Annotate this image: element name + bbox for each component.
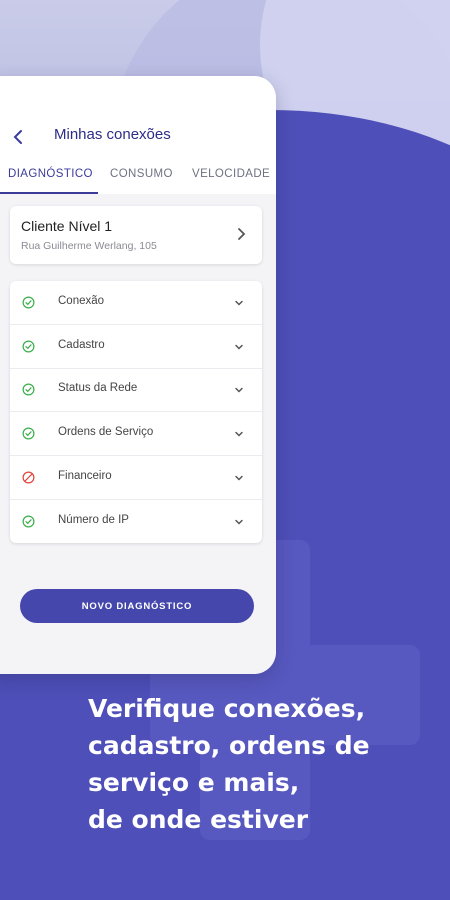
page-title: Minhas conexões — [54, 126, 171, 143]
check-circle-icon — [22, 296, 35, 309]
headline-line: cadastro, ordens de — [88, 731, 370, 760]
diagnostic-label: Cadastro — [58, 338, 105, 351]
client-address: Rua Guilherme Werlang, 105 — [21, 240, 157, 252]
chevron-down-icon — [235, 431, 243, 437]
check-circle-icon — [22, 427, 35, 440]
diagnostic-item-numero-ip[interactable]: Número de IP — [10, 500, 262, 543]
diagnostic-label: Status da Rede — [58, 382, 138, 395]
client-card[interactable]: Cliente Nível 1 Rua Guilherme Werlang, 1… — [10, 206, 262, 264]
tab-diagnostico[interactable]: DIAGNÓSTICO — [8, 168, 93, 180]
client-name: Cliente Nível 1 — [21, 218, 113, 234]
chevron-down-icon — [235, 388, 243, 393]
blocked-circle-icon — [22, 471, 35, 484]
tab-velocidade[interactable]: VELOCIDADE — [192, 168, 270, 180]
check-circle-icon — [22, 515, 35, 527]
chevron-down-icon — [235, 300, 243, 306]
chevron-down-icon — [235, 519, 243, 525]
tab-consumo[interactable]: CONSUMO — [110, 168, 173, 180]
diagnostic-label: Ordens de Serviço — [58, 426, 154, 439]
headline-line: de onde estiver — [88, 805, 309, 834]
diagnostics-list: Conexão Cadastro Status da Rede Ordens d… — [10, 281, 262, 543]
headline-line: Verifique conexões, — [88, 694, 366, 723]
diagnostic-label: Número de IP — [58, 513, 129, 526]
diagnostic-label: Financeiro — [58, 469, 112, 482]
back-arrow-icon[interactable] — [10, 128, 28, 146]
diagnostic-item-status-rede[interactable]: Status da Rede — [10, 368, 262, 413]
check-circle-icon — [22, 340, 35, 353]
promo-headline: Verifique conexões, cadastro, ordens de … — [88, 690, 428, 838]
chevron-down-icon — [235, 344, 243, 350]
diagnostic-item-ordens-servico[interactable]: Ordens de Serviço — [10, 412, 262, 457]
chevron-right-icon — [238, 228, 246, 240]
diagnostic-item-conexao[interactable]: Conexão — [10, 281, 262, 325]
new-diagnostic-button[interactable]: NOVO DIAGNÓSTICO — [20, 589, 254, 623]
chevron-down-icon — [235, 475, 243, 481]
check-circle-icon — [22, 383, 35, 396]
headline-line: serviço e mais, — [88, 768, 300, 797]
phone-screen: Minhas conexões DIAGNÓSTICO CONSUMO VELO… — [0, 76, 276, 674]
diagnostic-item-cadastro[interactable]: Cadastro — [10, 325, 262, 369]
diagnostic-item-financeiro[interactable]: Financeiro — [10, 456, 262, 500]
app-header: Minhas conexões DIAGNÓSTICO CONSUMO VELO… — [0, 76, 276, 194]
diagnostic-label: Conexão — [58, 295, 105, 307]
